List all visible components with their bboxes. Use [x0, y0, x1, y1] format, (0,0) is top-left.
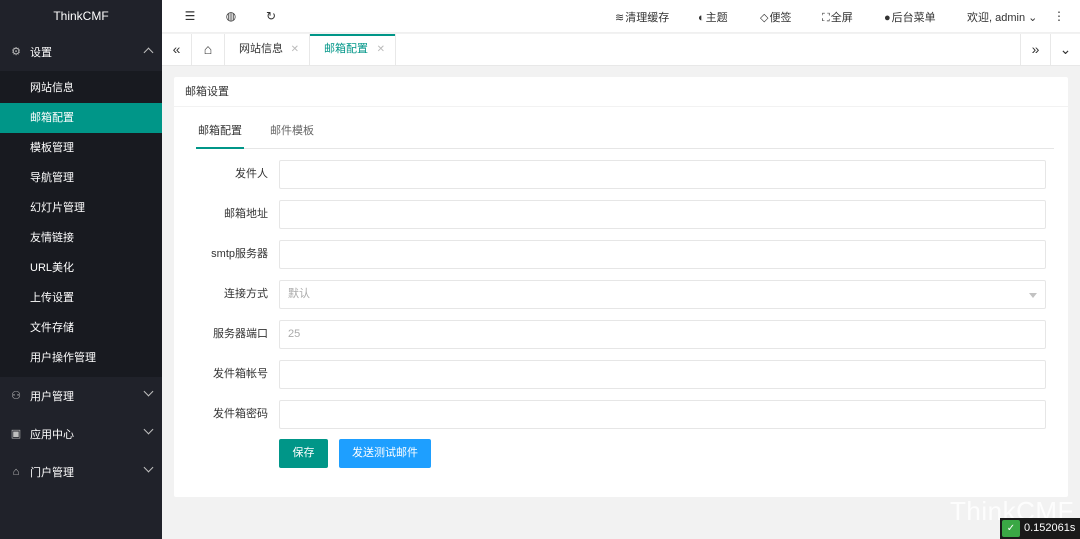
- sidebar-item-user-actions[interactable]: 用户操作管理: [0, 343, 162, 373]
- sender-password-field[interactable]: [279, 400, 1046, 429]
- sidebar-item-storage[interactable]: 文件存储: [0, 313, 162, 343]
- tabs-scroll-right-icon[interactable]: »: [1020, 34, 1050, 65]
- connection-method-select[interactable]: 默认: [279, 280, 1046, 309]
- sidebar-item-upload[interactable]: 上传设置: [0, 283, 162, 313]
- top-header: ☰ ◍ ↻ ≋清理缓存 ◐主题 ◇便签 ⛶全屏 ●后台菜单 欢迎, admin …: [162, 0, 1080, 33]
- chevron-down-icon: [143, 386, 154, 397]
- user-menu[interactable]: 欢迎, admin ⌄: [967, 9, 1037, 25]
- smtp-server-field[interactable]: [279, 240, 1046, 269]
- fullscreen-link[interactable]: ⛶全屏: [822, 9, 853, 25]
- notes-link[interactable]: ◇便签: [760, 9, 791, 25]
- form-row-sender: 发件人: [196, 160, 1046, 189]
- sidebar-group-settings[interactable]: ⚙ 设置: [0, 33, 162, 71]
- sidebar-sublist-settings: 网站信息 邮箱配置 模板管理 导航管理 幻灯片管理 友情链接 URL美化 上传设…: [0, 71, 162, 377]
- form-row-smtp: smtp服务器: [196, 240, 1046, 269]
- refresh-icon[interactable]: ↻: [264, 9, 278, 23]
- debug-timing-badge[interactable]: ✓ 0.152061s: [1000, 518, 1080, 539]
- form-row-port: 服务器端口 25: [196, 320, 1046, 349]
- tab-site-info[interactable]: 网站信息 ✕: [225, 34, 310, 65]
- sidebar-group-label: 用户管理: [30, 391, 74, 403]
- connection-method-label: 连接方式: [224, 288, 268, 300]
- sidebar-item-links[interactable]: 友情链接: [0, 223, 162, 253]
- card-title: 邮箱设置: [174, 77, 1068, 107]
- sender-account-label: 发件箱帐号: [213, 368, 268, 380]
- dot-icon: ●: [884, 12, 891, 24]
- sidebar-group-users[interactable]: ⚇ 用户管理: [0, 377, 162, 415]
- server-port-label: 服务器端口: [213, 328, 268, 340]
- sidebar: ThinkCMF ⚙ 设置 网站信息 邮箱配置 模板管理 导航管理 幻灯片管理 …: [0, 0, 162, 539]
- leaf-icon: ✓: [1002, 520, 1020, 537]
- sidebar-item-site-info[interactable]: 网站信息: [0, 73, 162, 103]
- sender-label: 发件人: [235, 168, 268, 180]
- sender-field[interactable]: [279, 160, 1046, 189]
- home-icon: ⌂: [12, 466, 20, 478]
- tag-icon: ◇: [760, 12, 769, 24]
- sender-account-field[interactable]: [279, 360, 1046, 389]
- menu-toggle-icon[interactable]: ☰: [183, 9, 197, 23]
- sender-password-label: 发件箱密码: [213, 408, 268, 420]
- tabs-menu-chevron-icon[interactable]: ⌄: [1050, 34, 1080, 65]
- email-address-label: 邮箱地址: [224, 208, 268, 220]
- sidebar-item-navigation[interactable]: 导航管理: [0, 163, 162, 193]
- server-port-field[interactable]: 25: [279, 320, 1046, 349]
- close-icon[interactable]: ✕: [377, 34, 385, 65]
- form-row-connection: 连接方式 默认: [196, 280, 1046, 309]
- home-tab-icon[interactable]: ⌂: [192, 34, 225, 65]
- chevron-down-icon: [143, 462, 154, 473]
- sidebar-group-label: 门户管理: [30, 467, 74, 479]
- globe-icon[interactable]: ◍: [224, 9, 238, 23]
- form-row-password: 发件箱密码: [196, 400, 1046, 429]
- tabs-scroll-left-icon[interactable]: «: [162, 34, 192, 65]
- subtab-mail-config[interactable]: 邮箱配置: [196, 119, 244, 149]
- save-button[interactable]: 保存: [279, 439, 328, 468]
- sidebar-item-slides[interactable]: 幻灯片管理: [0, 193, 162, 223]
- sidebar-group-label: 设置: [30, 47, 52, 59]
- apps-icon: ▣: [10, 428, 22, 440]
- subtab-mail-template[interactable]: 邮件模板: [268, 119, 316, 149]
- sidebar-group-label: 应用中心: [30, 429, 74, 441]
- mail-subtabs: 邮箱配置 邮件模板: [196, 119, 1054, 149]
- sidebar-item-template[interactable]: 模板管理: [0, 133, 162, 163]
- layers-icon: ≋: [615, 12, 625, 24]
- email-address-field[interactable]: [279, 200, 1046, 229]
- caret-down-icon: [1029, 293, 1037, 298]
- close-icon[interactable]: ✕: [291, 34, 299, 65]
- mail-settings-card: 邮箱设置 邮箱配置 邮件模板 发件人 邮箱地址 smtp服务器 连接方式 默认 …: [174, 77, 1068, 497]
- form-row-account: 发件箱帐号: [196, 360, 1046, 389]
- chevron-down-icon: ⌄: [1028, 12, 1038, 24]
- sidebar-item-url[interactable]: URL美化: [0, 253, 162, 283]
- chevron-down-icon: [143, 424, 154, 435]
- sidebar-group-portal[interactable]: ⌂ 门户管理: [0, 453, 162, 491]
- send-test-mail-button[interactable]: 发送测试邮件: [339, 439, 431, 468]
- backend-menu-link[interactable]: ●后台菜单: [884, 9, 936, 25]
- chevron-up-icon: [143, 47, 154, 58]
- form-row-email: 邮箱地址: [196, 200, 1046, 229]
- more-vertical-icon[interactable]: ⋮: [1052, 9, 1066, 23]
- user-icon: ⚇: [11, 390, 21, 402]
- sidebar-group-apps[interactable]: ▣ 应用中心: [0, 415, 162, 453]
- clear-cache-link[interactable]: ≋清理缓存: [615, 9, 669, 25]
- app-logo[interactable]: ThinkCMF: [0, 0, 162, 33]
- sidebar-item-mail-config[interactable]: 邮箱配置: [0, 103, 162, 133]
- page-tabs-bar: « ⌂ 网站信息 ✕ 邮箱配置 ✕ » ⌄: [162, 34, 1080, 66]
- theme-link[interactable]: ◐主题: [698, 9, 728, 25]
- fullscreen-icon: ⛶: [822, 12, 830, 24]
- palette-icon: ◐: [698, 12, 705, 24]
- tab-mail-config[interactable]: 邮箱配置 ✕: [310, 34, 396, 65]
- gear-icon: ⚙: [11, 46, 21, 58]
- smtp-server-label: smtp服务器: [211, 248, 268, 260]
